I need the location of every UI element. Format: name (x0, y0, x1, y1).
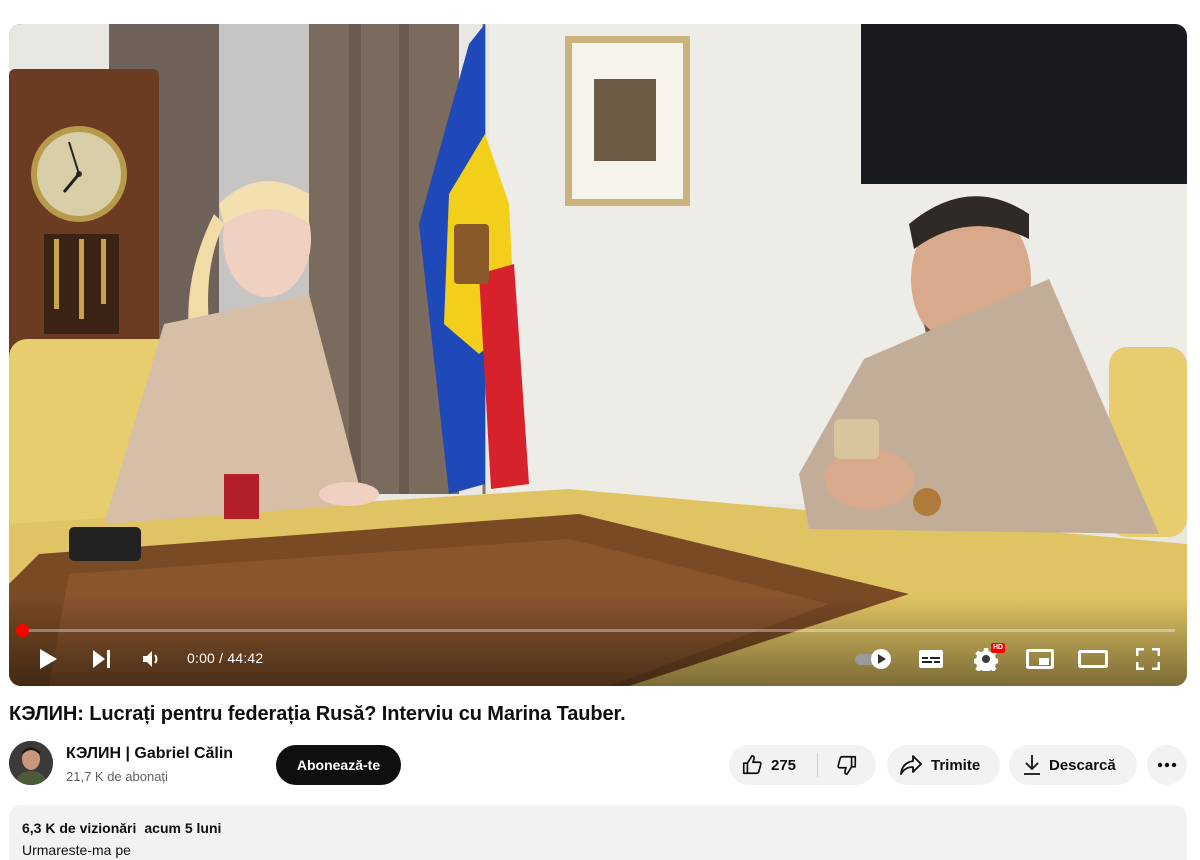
fullscreen-button[interactable] (1131, 644, 1165, 674)
like-button[interactable]: 275 (729, 745, 817, 785)
autoplay-toggle[interactable] (851, 644, 895, 674)
download-label: Descarcă (1049, 756, 1116, 774)
time-display: 0:00 / 44:42 (187, 650, 263, 666)
channel-name[interactable]: КЭЛИН | Gabriel Călin (66, 745, 233, 763)
share-arrow-icon (900, 755, 922, 775)
miniplayer-button[interactable] (1023, 644, 1057, 674)
dislike-button[interactable] (818, 745, 876, 785)
download-button[interactable]: Descarcă (1009, 745, 1137, 785)
thumbs-up-icon (742, 755, 762, 775)
progress-bar[interactable] (21, 629, 1175, 632)
video-title: КЭЛИН: Lucrați pentru federația Rusă? In… (9, 703, 626, 725)
share-label: Trimite (931, 756, 981, 774)
progress-scrubber[interactable] (16, 624, 29, 637)
next-button[interactable] (87, 644, 117, 674)
subscriber-count: 21,7 K de abonați (66, 769, 168, 784)
more-dots-icon (1157, 762, 1177, 768)
time-current: 0:00 (187, 650, 216, 666)
like-count: 275 (771, 756, 797, 774)
video-player[interactable]: 0:00 / 44:42 HD (9, 24, 1187, 686)
autoplay-toggle-icon (855, 649, 891, 669)
channel-avatar[interactable] (9, 741, 53, 785)
volume-icon (143, 651, 158, 667)
time-separator: / (219, 650, 224, 666)
theater-mode-button[interactable] (1075, 644, 1111, 674)
subtitles-button[interactable] (914, 644, 948, 674)
theater-mode-icon (1078, 650, 1108, 668)
description-box[interactable]: 6,3 K de vizionări acum 5 luni Urmareste-… (9, 805, 1187, 860)
time-total: 44:42 (227, 650, 264, 666)
next-icon (93, 650, 110, 668)
like-dislike-group: 275 (729, 745, 876, 785)
controls-gradient (9, 596, 1187, 686)
avatar-image (9, 741, 53, 785)
play-icon (40, 649, 57, 669)
download-icon (1024, 755, 1040, 775)
fullscreen-icon (1136, 648, 1160, 670)
more-actions-button[interactable] (1147, 745, 1187, 785)
upload-date: acum 5 luni (144, 820, 222, 836)
share-button[interactable]: Trimite (887, 745, 1000, 785)
volume-button[interactable] (137, 644, 167, 674)
play-button[interactable] (33, 644, 63, 674)
video-frame (9, 24, 1187, 686)
miniplayer-icon (1026, 649, 1054, 669)
thumbs-down-icon (837, 755, 857, 775)
subtitles-icon (919, 650, 943, 668)
hd-badge: HD (991, 643, 1006, 653)
view-count: 6,3 K de vizionări (22, 820, 137, 836)
subscribe-button[interactable]: Abonează-te (276, 745, 401, 785)
description-meta: 6,3 K de vizionări acum 5 luni (22, 820, 1174, 836)
description-text: Urmareste-ma pe (22, 842, 131, 858)
